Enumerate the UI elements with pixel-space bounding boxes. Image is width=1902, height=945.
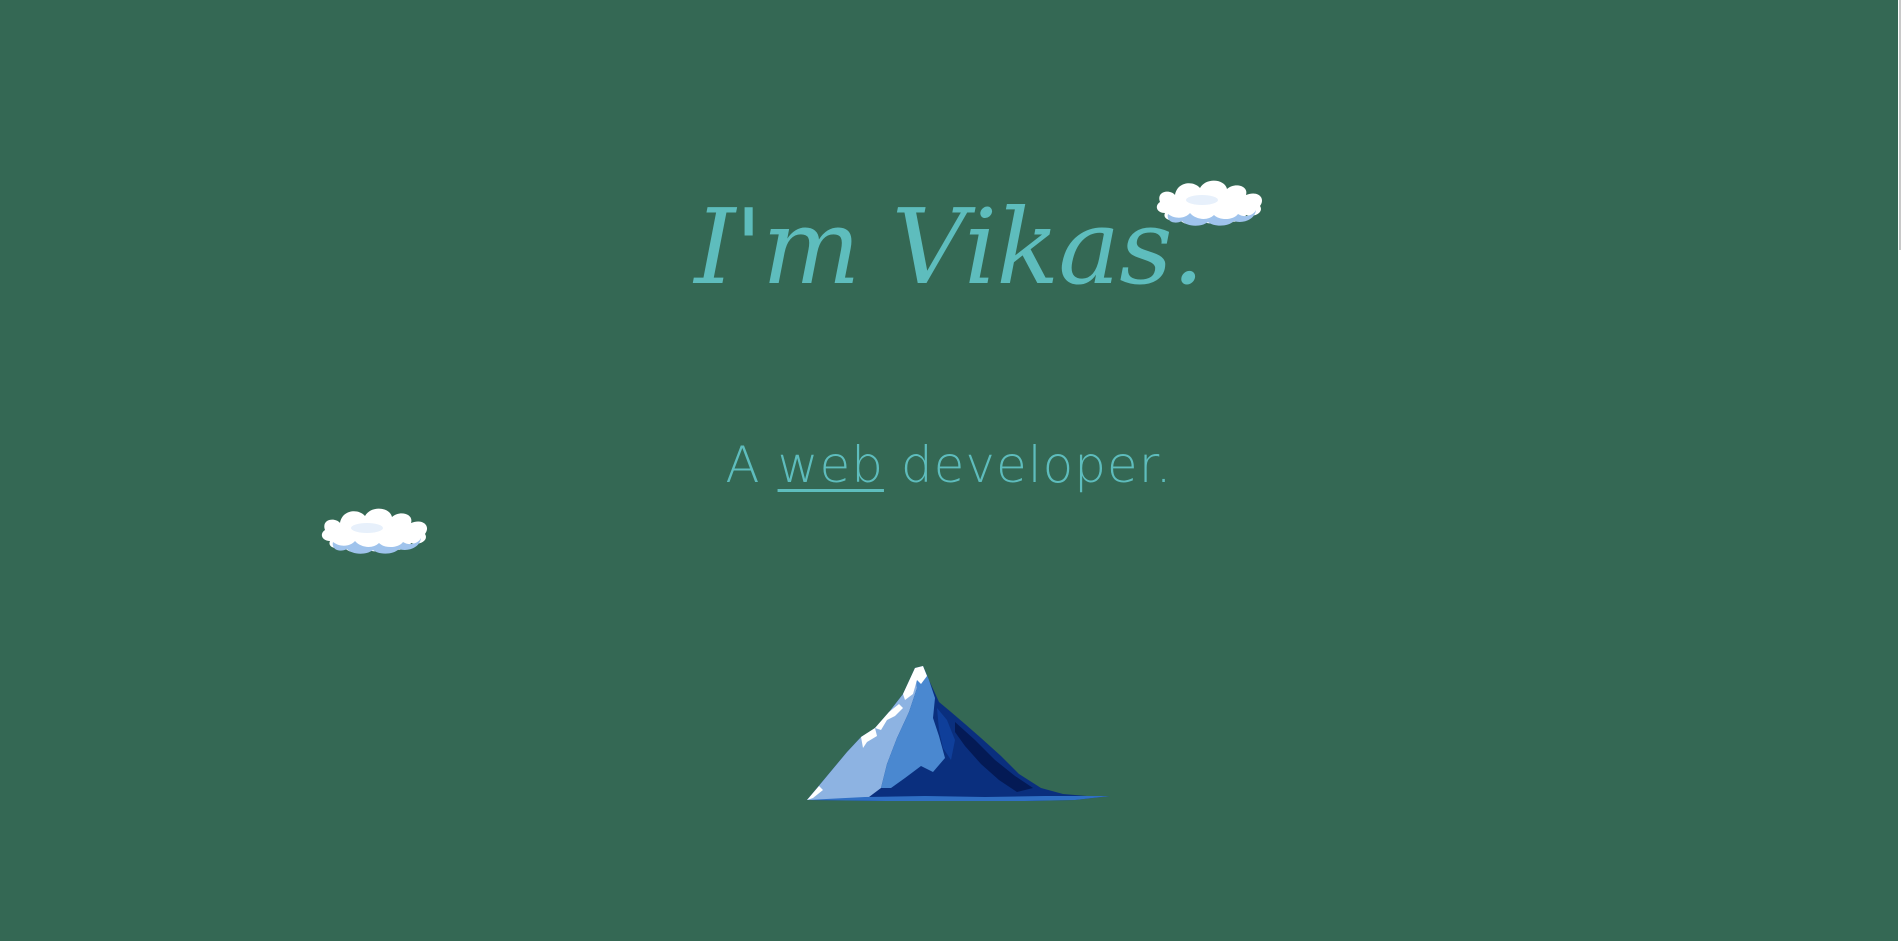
scrollbar-thumb[interactable] (1899, 0, 1901, 250)
tagline-suffix: developer. (900, 436, 1173, 494)
web-link[interactable]: web (778, 436, 884, 494)
hero-section: I'm Vikas. A web developer. (0, 0, 1898, 941)
tagline: A web developer. (0, 440, 1898, 490)
page-title: I'm Vikas. (694, 186, 1204, 308)
mountain-icon (807, 666, 1110, 801)
cloud-icon (321, 508, 428, 554)
tagline-prefix: A (725, 436, 761, 494)
